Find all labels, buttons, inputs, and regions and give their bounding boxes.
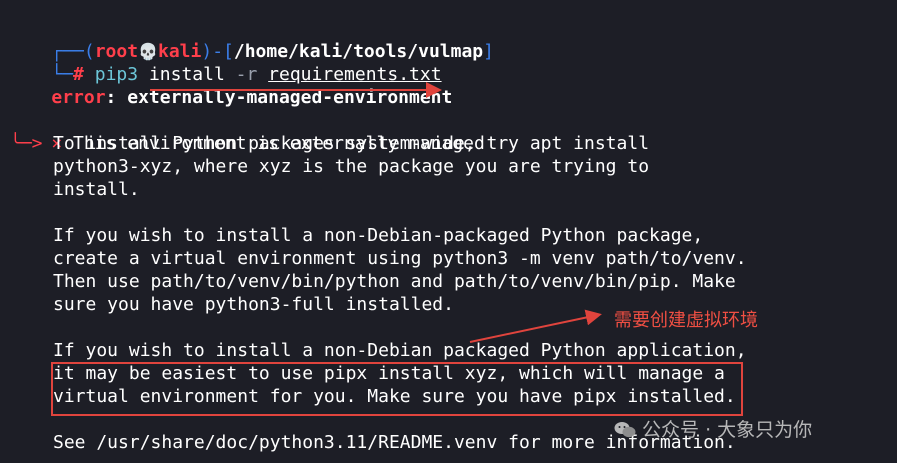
watermark: 公众号 · 大象只为你 [614, 415, 812, 442]
watermark-text: 公众号 · 大象只为你 [642, 419, 813, 441]
annotation-note: 需要创建虚拟环境 [614, 310, 758, 331]
wechat-icon [614, 421, 636, 439]
annotation-arrows [150, 82, 602, 343]
arrow-to-note [469, 309, 602, 343]
